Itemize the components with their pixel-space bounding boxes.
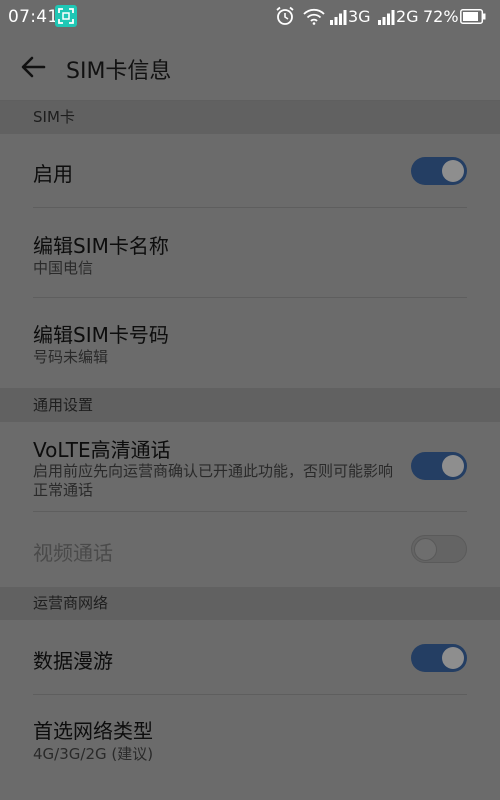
toggle-knob [414,538,437,561]
video-call-row: 视频通话 [0,512,500,587]
page-title: SIM卡信息 [66,59,172,84]
preferred-network-title: 首选网络类型 [33,719,153,743]
edit-sim-number-row[interactable]: 编辑SIM卡号码 号码未编辑 [0,298,500,388]
volte-row[interactable]: VoLTE高清通话 启用前应先向运营商确认已开通此功能，否则可能影响正常通话 [0,422,500,512]
data-roaming-title: 数据漫游 [33,649,113,673]
edit-sim-name-row[interactable]: 编辑SIM卡名称 中国电信 [0,208,500,298]
status-bar: 07:41 3G 2G 72% [0,0,500,34]
status-time: 07:41 [8,7,59,27]
alarm-icon [275,6,295,30]
edit-sim-name-subtitle: 中国电信 [33,259,94,277]
toggle-knob [442,160,464,182]
preferred-network-row[interactable]: 首选网络类型 4G/3G/2G (建议) [0,695,500,785]
preferred-network-subtitle: 4G/3G/2G (建议) [33,745,154,763]
volte-toggle[interactable] [411,452,467,480]
network-type-1: 3G [348,7,371,26]
battery-percentage: 72% [423,7,459,26]
volte-subtitle: 启用前应先向运营商确认已开通此功能，否则可能影响正常通话 [33,462,394,499]
enable-title: 启用 [33,162,73,186]
scan-icon [55,5,77,27]
app-header: SIM卡信息 [0,34,500,101]
edit-sim-number-subtitle: 号码未编辑 [33,348,109,366]
edit-sim-name-title: 编辑SIM卡名称 [33,234,169,258]
edit-sim-number-title: 编辑SIM卡号码 [33,323,169,347]
toggle-knob [442,647,464,669]
battery-icon [460,9,486,24]
section-header-carrier: 运营商网络 [0,587,500,620]
video-call-title: 视频通话 [33,541,113,565]
sim-info-screen: 07:41 3G 2G 72% SIM卡信息 SIM卡 启用 编辑SIM卡名称 … [0,0,500,800]
back-arrow-icon[interactable] [20,54,46,84]
network-type-2: 2G [396,7,419,26]
enable-toggle[interactable] [411,157,467,185]
toggle-knob [442,455,464,477]
video-call-toggle [411,535,467,563]
section-header-sim: SIM卡 [0,101,500,134]
data-roaming-row[interactable]: 数据漫游 [0,620,500,695]
signal-icon [378,9,396,29]
enable-row[interactable]: 启用 [0,134,500,208]
signal-icon [330,9,348,29]
data-roaming-toggle[interactable] [411,644,467,672]
volte-title: VoLTE高清通话 [33,438,171,462]
wifi-icon [303,8,325,29]
section-header-general: 通用设置 [0,388,500,422]
